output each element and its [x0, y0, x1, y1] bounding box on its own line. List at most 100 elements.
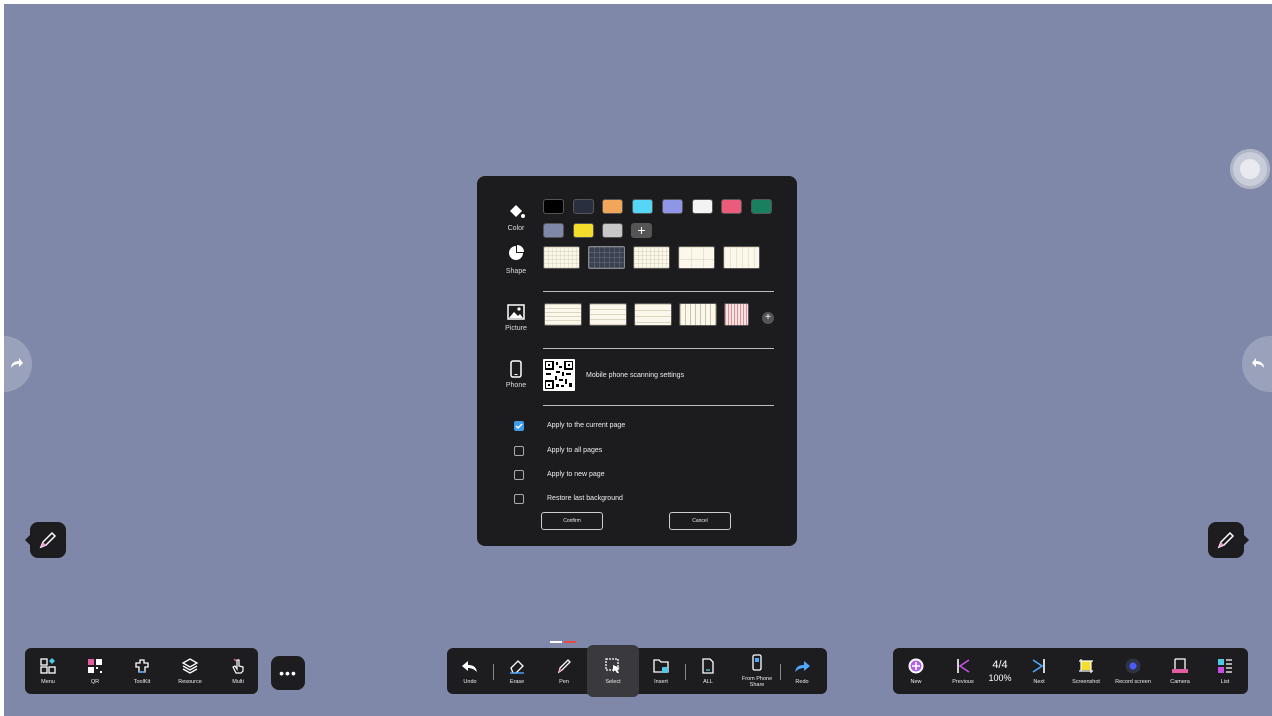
- shape-tile-small-grid[interactable]: [633, 246, 670, 269]
- select-icon: [605, 658, 620, 673]
- toolbar-from-phone-share-button[interactable]: From Phone Share: [736, 648, 778, 694]
- record-label: Record screen: [1115, 679, 1151, 685]
- toolbar-insert-button[interactable]: Insert: [644, 648, 678, 694]
- pen-icon: [1217, 531, 1235, 549]
- qr-icon: [88, 659, 102, 673]
- color-swatch[interactable]: [750, 199, 772, 214]
- color-swatch[interactable]: [661, 199, 683, 214]
- picture-tile-lined-3[interactable]: [634, 303, 672, 326]
- camera-button[interactable]: Camera: [1163, 648, 1197, 694]
- picture-section-label: Picture: [505, 325, 527, 332]
- toolbar-undo-button[interactable]: Undo: [453, 648, 487, 694]
- toolbar-label: Erase: [509, 679, 525, 685]
- toolbar-menu-button[interactable]: Menu: [31, 648, 65, 694]
- phone-icon: [496, 360, 536, 383]
- color-swatch[interactable]: [632, 199, 654, 214]
- picture-tile-lined[interactable]: [544, 303, 582, 326]
- toolbar-label: ALL: [703, 679, 713, 685]
- list-button[interactable]: List: [1209, 648, 1241, 694]
- section-divider: [543, 348, 774, 349]
- center-toolbar: Undo Erase Pen Select Insert ALL From Phone Sh…: [447, 645, 827, 697]
- add-color-button[interactable]: +: [631, 223, 652, 238]
- new-page-button[interactable]: New: [901, 648, 931, 694]
- right-pen-button[interactable]: [1208, 522, 1249, 558]
- toolbar-label: From Phone Share: [741, 676, 773, 688]
- toolbar-erase-button[interactable]: Erase: [500, 648, 534, 694]
- toolbar-label: Select: [605, 679, 621, 685]
- floating-ball-inner: [1240, 159, 1260, 179]
- toolbar-pen-button[interactable]: Pen: [547, 648, 581, 694]
- option-checkbox[interactable]: [514, 470, 524, 480]
- color-swatch[interactable]: [602, 223, 624, 238]
- color-swatch[interactable]: [691, 199, 713, 214]
- add-picture-button[interactable]: +: [762, 312, 774, 324]
- shape-tile-grid[interactable]: [543, 246, 580, 269]
- more-button[interactable]: •••: [271, 656, 305, 690]
- previous-icon: [957, 659, 970, 673]
- toolbar-label: Resource: [178, 679, 202, 685]
- phone-share-icon: [752, 654, 762, 671]
- list-label: List: [1220, 679, 1230, 685]
- record-icon: [1125, 658, 1141, 674]
- undo-icon: [1252, 358, 1264, 368]
- color-swatch[interactable]: [572, 223, 594, 238]
- section-divider: [543, 291, 774, 292]
- plus-icon: +: [765, 312, 771, 323]
- toolbar-label: ToolKit: [133, 679, 151, 685]
- left-pen-button[interactable]: [25, 522, 66, 558]
- record-screen-button[interactable]: Record screen: [1111, 648, 1155, 694]
- color-swatch[interactable]: [543, 223, 564, 238]
- more-icon: •••: [279, 665, 297, 681]
- redo-icon: [795, 661, 810, 672]
- picture-tile-lined-2[interactable]: [589, 303, 627, 326]
- color-swatch[interactable]: [543, 199, 564, 214]
- page-indicator: [550, 641, 578, 644]
- toolbar-separator: [780, 664, 781, 680]
- phone-section-label: Phone: [505, 382, 527, 389]
- picture-tile-staff[interactable]: [679, 303, 717, 326]
- color-swatch[interactable]: [572, 199, 594, 214]
- shape-tile-plain[interactable]: [678, 246, 715, 269]
- redo-icon: [11, 358, 23, 368]
- toolbar-label: Multi: [232, 679, 244, 685]
- toolbar-qr-button[interactable]: QR: [78, 648, 112, 694]
- screenshot-icon: [1079, 659, 1093, 673]
- shape-tile-dark-grid[interactable]: [588, 246, 625, 269]
- shape-tile-columns[interactable]: [723, 246, 760, 269]
- toolbar-redo-button[interactable]: Redo: [785, 648, 819, 694]
- color-swatch[interactable]: [602, 199, 624, 214]
- next-page-button[interactable]: Next: [1024, 648, 1054, 694]
- plus-icon: +: [637, 222, 646, 238]
- pen-icon: [39, 531, 57, 549]
- toolbar-select-button[interactable]: Select: [587, 645, 639, 697]
- toolbar-resource-button[interactable]: Resource: [173, 648, 207, 694]
- toolbar-label: Pen: [559, 679, 569, 685]
- page-indicator-active: [550, 641, 562, 643]
- confirm-button[interactable]: Confirm: [541, 512, 603, 530]
- toolbar-multi-button[interactable]: Multi: [221, 648, 255, 694]
- screenshot-button[interactable]: Screenshot: [1065, 648, 1107, 694]
- picture-tile-pattern[interactable]: [724, 303, 749, 326]
- option-label: Restore last background: [547, 495, 623, 502]
- paint-bucket-icon: [496, 202, 536, 225]
- toolbar-toolkit-button[interactable]: ToolKit: [125, 648, 159, 694]
- left-toolbar: Menu QR ToolKit Resource Multi: [25, 648, 258, 694]
- option-checkbox[interactable]: [514, 494, 524, 504]
- toolbar-all-button[interactable]: ALL: [691, 648, 725, 694]
- insert-icon: [653, 659, 669, 673]
- shape-section-label: Shape: [505, 268, 527, 275]
- option-checkbox[interactable]: [514, 446, 524, 456]
- next-icon: [1032, 659, 1045, 673]
- next-label: Next: [1033, 679, 1045, 685]
- list-icon: [1218, 659, 1232, 673]
- toolbar-separator: [685, 664, 686, 680]
- document-icon: [702, 658, 714, 674]
- floating-ball-button[interactable]: [1230, 149, 1270, 189]
- cancel-button[interactable]: Cancel: [669, 512, 731, 530]
- color-swatch[interactable]: [721, 199, 743, 214]
- option-checkbox[interactable]: [514, 421, 524, 431]
- toolkit-icon: [135, 659, 149, 673]
- check-icon: [515, 423, 523, 429]
- previous-label: Previous: [952, 679, 974, 685]
- previous-page-button[interactable]: Previous: [947, 648, 979, 694]
